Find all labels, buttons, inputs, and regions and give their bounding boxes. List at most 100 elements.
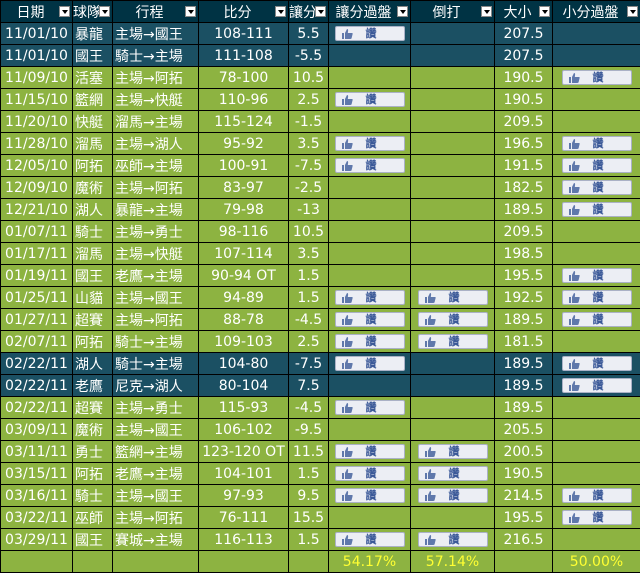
cell-cover[interactable]: 讚 <box>329 133 411 155</box>
cell-reverse[interactable]: 讚 <box>411 441 495 463</box>
cell-reverse[interactable]: 讚 <box>411 287 495 309</box>
filter-dropdown-icon[interactable] <box>275 6 286 17</box>
cell-spread[interactable]: -5.5 <box>289 45 329 67</box>
cell-team[interactable]: 超賽 <box>73 397 113 419</box>
cell-date[interactable]: 03/15/11 <box>1 463 73 485</box>
cell-score[interactable]: 94-89 <box>199 287 289 309</box>
cell-reverse[interactable] <box>411 111 495 133</box>
cell-over-under[interactable]: 189.5 <box>495 309 553 331</box>
cell-team[interactable]: 國王 <box>73 265 113 287</box>
cell-cover[interactable]: 讚 <box>329 441 411 463</box>
header-team[interactable]: 球隊 <box>73 1 113 23</box>
cell-over-under[interactable]: 190.5 <box>495 67 553 89</box>
cell-score[interactable]: 108-111 <box>199 23 289 45</box>
cell-cover[interactable]: 讚 <box>329 287 411 309</box>
cell-reverse[interactable] <box>411 353 495 375</box>
cell-date[interactable]: 03/09/11 <box>1 419 73 441</box>
cell-date[interactable]: 01/19/11 <box>1 265 73 287</box>
cell-over-under[interactable]: 209.5 <box>495 111 553 133</box>
cell-spread[interactable]: -7.5 <box>289 155 329 177</box>
cell-reverse[interactable] <box>411 243 495 265</box>
cell-over-under[interactable]: 205.5 <box>495 419 553 441</box>
cell-score[interactable]: 83-97 <box>199 177 289 199</box>
cell-date[interactable]: 11/01/10 <box>1 45 73 67</box>
cell-route[interactable]: 主場→湖人 <box>113 133 199 155</box>
reverse-percent[interactable]: 57.14% <box>411 551 495 573</box>
cell-reverse[interactable] <box>411 199 495 221</box>
cell-over-under[interactable]: 214.5 <box>495 485 553 507</box>
cell-spread[interactable]: 1.5 <box>289 529 329 551</box>
cell-under[interactable] <box>553 111 640 133</box>
header-over-under[interactable]: 大小 <box>495 1 553 23</box>
cell-reverse[interactable] <box>411 375 495 397</box>
cell-date[interactable]: 03/29/11 <box>1 529 73 551</box>
cell-under[interactable]: 讚 <box>553 309 640 331</box>
cell-spread[interactable]: -1.5 <box>289 111 329 133</box>
header-cover[interactable]: 讓分過盤 <box>329 1 411 23</box>
cell-under[interactable]: 讚 <box>553 155 640 177</box>
cell-team[interactable]: 湖人 <box>73 353 113 375</box>
cell-date[interactable]: 11/20/10 <box>1 111 73 133</box>
cell-over-under[interactable]: 200.5 <box>495 441 553 463</box>
header-under[interactable]: 小分過盤 <box>553 1 640 23</box>
cell-score[interactable]: 76-111 <box>199 507 289 529</box>
cell-spread[interactable]: 2.5 <box>289 331 329 353</box>
cell-date[interactable]: 11/01/10 <box>1 23 73 45</box>
cell-spread[interactable]: 9.5 <box>289 485 329 507</box>
cell-over-under[interactable]: 191.5 <box>495 155 553 177</box>
cell-team[interactable]: 魔術 <box>73 419 113 441</box>
cell-route[interactable]: 主場→快艇 <box>113 89 199 111</box>
cell-over-under[interactable]: 196.5 <box>495 133 553 155</box>
cell-reverse[interactable]: 讚 <box>411 529 495 551</box>
cell-date[interactable]: 01/07/11 <box>1 221 73 243</box>
cell-date[interactable]: 02/07/11 <box>1 331 73 353</box>
cell-route[interactable]: 主場→國王 <box>113 419 199 441</box>
cell-route[interactable]: 溜馬→主場 <box>113 111 199 133</box>
cell-under[interactable]: 讚 <box>553 507 640 529</box>
cell-spread[interactable]: 15.5 <box>289 507 329 529</box>
cell-team[interactable]: 巫師 <box>73 507 113 529</box>
cell-cover[interactable] <box>329 265 411 287</box>
cell-over-under[interactable]: 189.5 <box>495 199 553 221</box>
cell-date[interactable]: 11/15/10 <box>1 89 73 111</box>
cell-under[interactable] <box>553 89 640 111</box>
cell-over-under[interactable]: 192.5 <box>495 287 553 309</box>
cell-reverse[interactable]: 讚 <box>411 463 495 485</box>
cell-spread[interactable]: 1.5 <box>289 287 329 309</box>
cell-over-under[interactable]: 182.5 <box>495 177 553 199</box>
cell-route[interactable]: 巫師→主場 <box>113 155 199 177</box>
cell-under[interactable]: 讚 <box>553 199 640 221</box>
cell-reverse[interactable]: 讚 <box>411 309 495 331</box>
cell-spread[interactable]: 1.5 <box>289 463 329 485</box>
cell-route[interactable]: 主場→快艇 <box>113 243 199 265</box>
header-score[interactable]: 比分 <box>199 1 289 23</box>
cell-cover[interactable]: 讚 <box>329 463 411 485</box>
cell-cover[interactable]: 讚 <box>329 331 411 353</box>
cell-reverse[interactable] <box>411 221 495 243</box>
cell-under[interactable]: 讚 <box>553 287 640 309</box>
cell-score[interactable]: 95-92 <box>199 133 289 155</box>
cell-team[interactable]: 湖人 <box>73 199 113 221</box>
cell-cover[interactable] <box>329 45 411 67</box>
cell-score[interactable]: 115-124 <box>199 111 289 133</box>
cell-team[interactable]: 快艇 <box>73 111 113 133</box>
cell-score[interactable]: 79-98 <box>199 199 289 221</box>
cell-score[interactable]: 111-108 <box>199 45 289 67</box>
cell-reverse[interactable]: 讚 <box>411 331 495 353</box>
cell-cover[interactable] <box>329 221 411 243</box>
cell-score[interactable]: 110-96 <box>199 89 289 111</box>
cell-spread[interactable]: 5.5 <box>289 23 329 45</box>
cell-cover[interactable]: 讚 <box>329 353 411 375</box>
cell-route[interactable]: 主場→阿拓 <box>113 309 199 331</box>
cell-team[interactable]: 老鷹 <box>73 375 113 397</box>
header-spread[interactable]: 讓分 <box>289 1 329 23</box>
cell-spread[interactable]: 3.5 <box>289 133 329 155</box>
cell-under[interactable] <box>553 331 640 353</box>
cell-cover[interactable] <box>329 177 411 199</box>
cell-score[interactable]: 115-93 <box>199 397 289 419</box>
cell-reverse[interactable] <box>411 155 495 177</box>
filter-dropdown-icon[interactable] <box>627 6 638 17</box>
cell-score[interactable]: 97-93 <box>199 485 289 507</box>
cell-over-under[interactable]: 181.5 <box>495 331 553 353</box>
cell-route[interactable]: 主場→國王 <box>113 287 199 309</box>
